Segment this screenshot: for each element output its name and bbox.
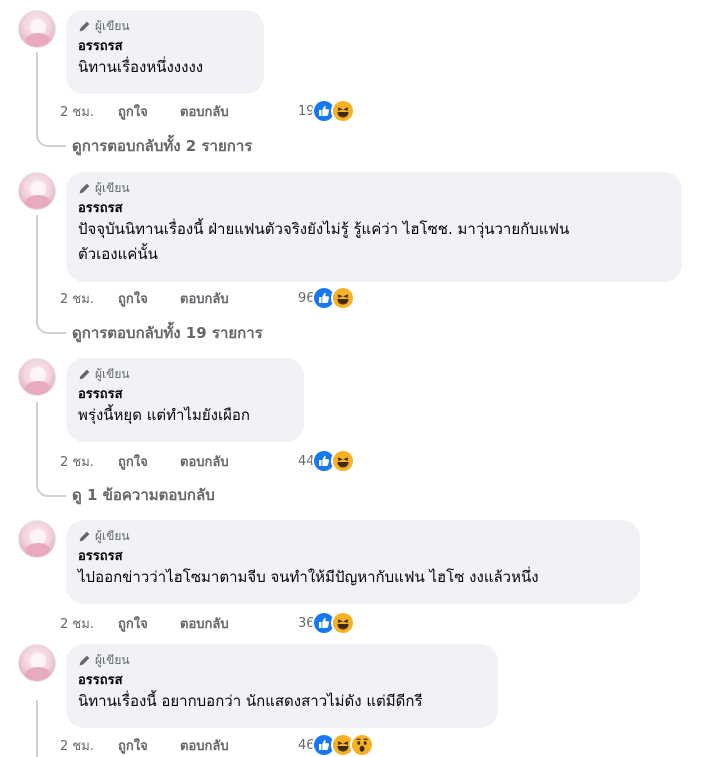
avatar[interactable]	[18, 358, 56, 396]
comment-bubble: ผู้เขียน อรรถรส ปัจจุบันนิทานเรื่องนี้ ฝ…	[66, 172, 682, 282]
comment-bubble: ผู้เขียน อรรถรส นิทานเรื่องหนึ่งงงงง	[66, 10, 264, 94]
view-replies-link[interactable]: ดู 1 ข้อความตอบกลับ	[72, 485, 215, 505]
reply-connector	[36, 481, 66, 497]
comment-actions: 2 ชม. ถูกใจ ตอบกลับ	[60, 733, 229, 757]
reply-button[interactable]: ตอบกลับ	[180, 451, 229, 472]
timestamp[interactable]: 2 ชม.	[60, 613, 118, 634]
comment-text: ตัวเองแค่นั้น	[78, 245, 158, 263]
haha-icon	[330, 99, 355, 123]
author-badge: ผู้เขียน	[78, 18, 252, 34]
reply-button[interactable]: ตอบกลับ	[180, 101, 229, 122]
haha-icon	[330, 611, 355, 635]
pencil-icon	[79, 21, 90, 31]
comment-text: ไปออกข่าวว่าไฮโซมาตามจีบ จนทำให้มีปัญหาก…	[78, 568, 539, 586]
comment-bubble: ผู้เขียน อรรถรส ไปออกข่าวว่าไฮโซมาตามจีบ…	[66, 520, 640, 604]
author-name[interactable]: อรรถรส	[78, 386, 292, 403]
author-name[interactable]: อรรถรส	[78, 672, 486, 689]
haha-icon	[330, 286, 355, 310]
author-name[interactable]: อรรถรส	[78, 548, 628, 565]
timestamp[interactable]: 2 ชม.	[60, 451, 118, 472]
thread-line	[36, 700, 38, 757]
reaction-summary[interactable]: 46	[298, 733, 374, 757]
thread-line	[36, 215, 38, 319]
author-badge: ผู้เขียน	[78, 528, 628, 544]
reply-connector	[36, 318, 66, 334]
comment-actions: 2 ชม. ถูกใจ ตอบกลับ	[60, 99, 229, 123]
avatar[interactable]	[18, 644, 56, 682]
reply-button[interactable]: ตอบกลับ	[180, 735, 229, 756]
like-button[interactable]: ถูกใจ	[118, 288, 180, 309]
like-button[interactable]: ถูกใจ	[118, 451, 180, 472]
author-name[interactable]: อรรถรส	[78, 200, 670, 217]
badge-label: ผู้เขียน	[95, 180, 130, 195]
reaction-summary[interactable]: 36	[298, 611, 355, 635]
timestamp[interactable]: 2 ชม.	[60, 288, 118, 309]
pencil-icon	[79, 369, 90, 379]
avatar[interactable]	[18, 172, 56, 210]
comment-text: นิทานเรื่องหนึ่งงงงง	[78, 58, 204, 76]
haha-icon	[330, 449, 355, 473]
like-button[interactable]: ถูกใจ	[118, 613, 180, 634]
comment-actions: 2 ชม. ถูกใจ ตอบกลับ	[60, 449, 229, 473]
author-badge: ผู้เขียน	[78, 366, 292, 382]
comment-bubble: ผู้เขียน อรรถรส นิทานเรื่องนี้ อยากบอกว่…	[66, 644, 498, 728]
reply-button[interactable]: ตอบกลับ	[180, 613, 229, 634]
thread-line	[36, 402, 38, 482]
comment-text: พรุ่งนี้หยุด แต่ทำไมยังเผือก	[78, 406, 250, 424]
reaction-summary[interactable]: 19	[298, 99, 355, 123]
badge-label: ผู้เขียน	[95, 366, 130, 381]
author-badge: ผู้เขียน	[78, 180, 670, 196]
badge-label: ผู้เขียน	[95, 652, 130, 667]
badge-label: ผู้เขียน	[95, 528, 130, 543]
reaction-summary[interactable]: 96	[298, 286, 355, 310]
reaction-summary[interactable]: 44	[298, 449, 355, 473]
avatar[interactable]	[18, 10, 56, 48]
reply-connector	[36, 131, 66, 147]
comment-actions: 2 ชม. ถูกใจ ตอบกลับ	[60, 611, 229, 635]
pencil-icon	[79, 655, 90, 665]
comment-actions: 2 ชม. ถูกใจ ตอบกลับ	[60, 286, 229, 310]
comment-text: ปัจจุบันนิทานเรื่องนี้ ฝ่ายแฟนตัวจริงยัง…	[78, 220, 570, 238]
comment-bubble: ผู้เขียน อรรถรส พรุ่งนี้หยุด แต่ทำไมยังเ…	[66, 358, 304, 442]
avatar[interactable]	[18, 520, 56, 558]
pencil-icon	[79, 531, 90, 541]
view-replies-link[interactable]: ดูการตอบกลับทั้ง 19 รายการ	[72, 323, 263, 343]
comment-text: นิทานเรื่องนี้ อยากบอกว่า นักแสดงสาวไม่ด…	[78, 692, 423, 710]
like-button[interactable]: ถูกใจ	[118, 735, 180, 756]
pencil-icon	[79, 183, 90, 193]
timestamp[interactable]: 2 ชม.	[60, 735, 118, 756]
reply-button[interactable]: ตอบกลับ	[180, 288, 229, 309]
badge-label: ผู้เขียน	[95, 18, 130, 33]
like-button[interactable]: ถูกใจ	[118, 101, 180, 122]
view-replies-link[interactable]: ดูการตอบกลับทั้ง 2 รายการ	[72, 136, 252, 156]
thread-line	[36, 52, 38, 132]
author-name[interactable]: อรรถรส	[78, 38, 252, 55]
author-badge: ผู้เขียน	[78, 652, 486, 668]
timestamp[interactable]: 2 ชม.	[60, 101, 118, 122]
wow-icon	[349, 733, 374, 757]
